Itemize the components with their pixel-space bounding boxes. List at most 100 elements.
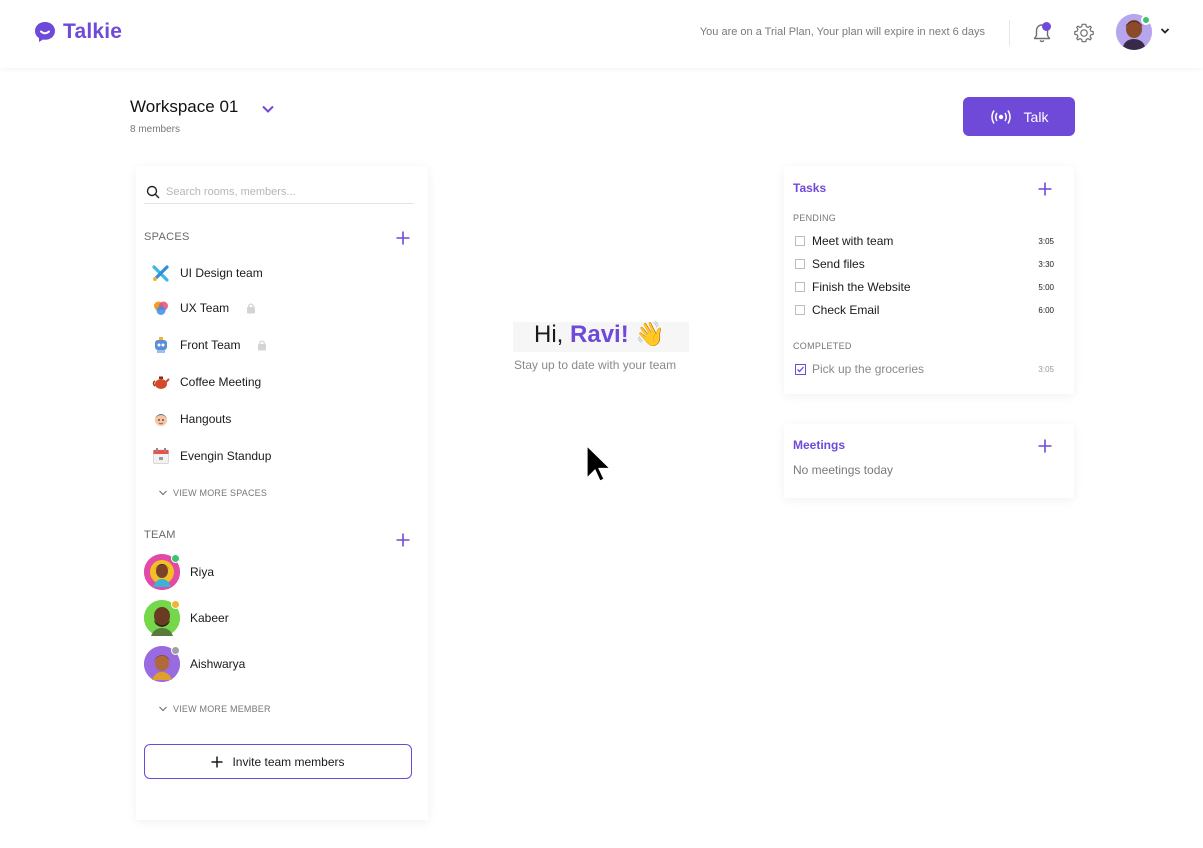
add-space-plus-icon[interactable] <box>396 231 410 245</box>
task-time: 3:05 <box>1038 364 1054 374</box>
space-item-ui-design-team[interactable]: UI Design team <box>152 262 263 284</box>
trial-notice: You are on a Trial Plan, Your plan will … <box>699 26 985 38</box>
task-label: Meet with team <box>812 234 894 248</box>
task-label: Pick up the groceries <box>812 362 925 376</box>
mouse-cursor-icon <box>586 445 612 482</box>
task-time: 3:30 <box>1038 259 1054 269</box>
offline-status-dot <box>171 646 180 655</box>
space-item-evengin-standup[interactable]: Evengin Standup <box>152 445 271 467</box>
meetings-title: Meetings <box>793 438 846 452</box>
pending-heading: PENDING <box>793 213 837 223</box>
task-time: 5:00 <box>1038 282 1054 292</box>
robot-icon <box>155 337 167 353</box>
away-status-dot <box>171 600 180 609</box>
space-item-ux-team[interactable]: UX Team <box>152 297 257 319</box>
workspace-name[interactable]: Workspace 01 <box>130 97 238 117</box>
search-placeholder: Search rooms, members... <box>166 185 296 198</box>
chevron-down-icon <box>159 706 167 712</box>
space-label: UI Design team <box>180 266 263 280</box>
member-name: Kabeer <box>190 611 229 625</box>
view-more-members-link[interactable]: VIEW MORE MEMBER <box>158 704 271 714</box>
notification-dot <box>1042 22 1051 31</box>
spaces-heading: SPACES <box>144 231 190 243</box>
lock-icon <box>247 303 256 314</box>
online-status-dot <box>171 554 180 563</box>
talk-button-label: Talk <box>1023 108 1049 125</box>
settings-gear-icon[interactable] <box>1073 22 1095 44</box>
greeting-subtitle: Stay up to date with your team <box>514 358 677 372</box>
header-divider <box>1009 20 1010 46</box>
calendar-icon <box>153 448 169 464</box>
task-item[interactable]: Send files 3:30 <box>795 256 1054 272</box>
team-member-riya[interactable]: Riya <box>144 554 214 590</box>
invite-team-members-button[interactable]: Invite team members <box>144 744 412 779</box>
add-task-plus-icon[interactable] <box>1038 182 1052 196</box>
greeting-hi: Hi, <box>534 321 564 348</box>
task-time: 6:00 <box>1038 305 1054 315</box>
view-more-spaces-label: VIEW MORE SPACES <box>173 488 268 498</box>
task-item[interactable]: Check Email 6:00 <box>795 302 1054 318</box>
talk-button[interactable]: Talk <box>963 97 1075 136</box>
broadcast-icon <box>990 109 1011 124</box>
team-member-kabeer[interactable]: Kabeer <box>144 600 229 636</box>
chevron-down-icon[interactable] <box>1159 25 1171 37</box>
greeting-heading: Hi, Ravi! 👋 <box>534 320 665 349</box>
teapot-icon <box>152 376 170 389</box>
avatar <box>144 554 180 590</box>
space-label: Front Team <box>180 338 241 352</box>
add-meeting-plus-icon[interactable] <box>1038 439 1052 453</box>
task-label: Check Email <box>812 303 880 317</box>
tools-icon <box>152 265 169 282</box>
chat-bubble-logo-icon <box>35 22 55 42</box>
face-icon <box>155 414 167 426</box>
top-bar: Talkie You are on a Trial Plan, Your pla… <box>0 0 1203 68</box>
brand-name: Talkie <box>63 20 123 43</box>
workspace-chevron-down-icon[interactable] <box>260 101 276 117</box>
sidebar-panel: Search rooms, members... SPACES UI Desig… <box>136 166 428 820</box>
task-checkbox[interactable] <box>795 282 805 292</box>
task-label: Finish the Website <box>812 280 911 294</box>
space-label: UX Team <box>180 301 230 315</box>
task-label: Send files <box>812 257 865 271</box>
task-time: 3:05 <box>1038 236 1054 246</box>
no-meetings-text: No meetings today <box>793 463 894 477</box>
lock-icon <box>258 340 267 351</box>
plus-icon <box>211 756 223 767</box>
member-name: Riya <box>190 565 215 579</box>
member-name: Aishwarya <box>190 657 246 671</box>
space-item-hangouts[interactable]: Hangouts <box>152 408 231 430</box>
meetings-card: Meetings No meetings today <box>784 424 1074 498</box>
task-checkbox[interactable] <box>795 259 805 269</box>
space-item-front-team[interactable]: Front Team <box>152 334 268 356</box>
workspace-member-count: 8 members <box>130 124 181 135</box>
completed-heading: COMPLETED <box>793 341 852 351</box>
tasks-card: Tasks PENDING Meet with team 3:05 Send f… <box>784 166 1074 394</box>
greeting-user-name: Ravi! <box>570 321 629 348</box>
task-checkbox[interactable] <box>795 236 805 246</box>
checkbox-checked-icon[interactable] <box>795 363 806 375</box>
space-label: Hangouts <box>180 412 232 426</box>
space-label: Coffee Meeting <box>180 375 262 389</box>
view-more-members-label: VIEW MORE MEMBER <box>173 704 271 714</box>
brand-logo[interactable]: Talkie <box>33 20 122 44</box>
waving-hand-icon: 👋 <box>635 321 666 348</box>
view-more-spaces-link[interactable]: VIEW MORE SPACES <box>158 488 267 498</box>
team-member-aishwarya[interactable]: Aishwarya <box>144 646 245 682</box>
search-icon <box>146 185 160 198</box>
task-item[interactable]: Finish the Website 5:00 <box>795 279 1054 295</box>
online-status-dot <box>1141 15 1151 25</box>
color-wheel-icon <box>154 301 168 315</box>
completed-task-item[interactable]: Pick up the groceries 3:05 <box>795 361 1054 377</box>
team-heading: TEAM <box>144 529 176 541</box>
space-label: Evengin Standup <box>180 449 272 463</box>
avatar <box>144 600 180 636</box>
avatar <box>144 646 180 682</box>
search-input[interactable]: Search rooms, members... <box>144 180 414 204</box>
task-item[interactable]: Meet with team 3:05 <box>795 233 1054 249</box>
invite-button-label: Invite team members <box>232 754 345 769</box>
chevron-down-icon <box>159 490 167 496</box>
tasks-title: Tasks <box>793 181 827 195</box>
space-item-coffee-meeting[interactable]: Coffee Meeting <box>152 371 261 393</box>
add-member-plus-icon[interactable] <box>396 533 410 547</box>
task-checkbox[interactable] <box>795 305 805 315</box>
